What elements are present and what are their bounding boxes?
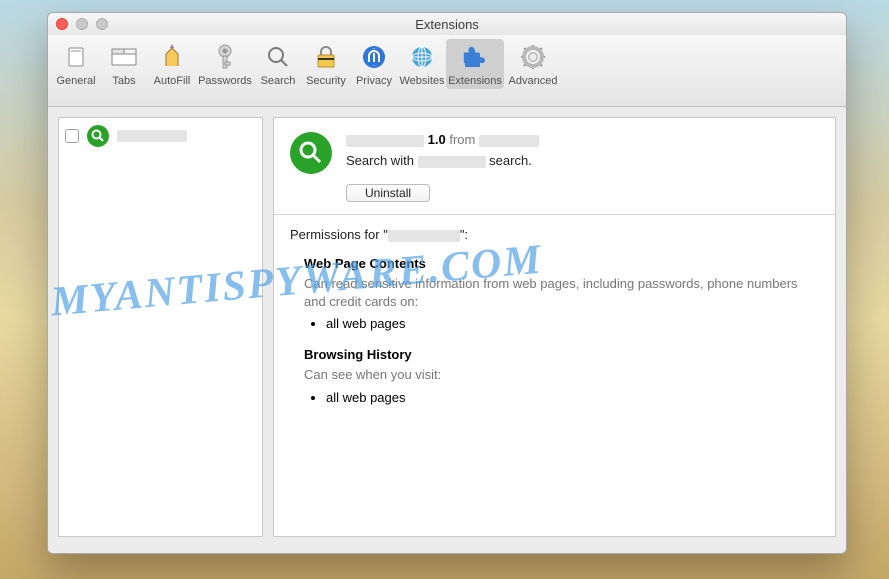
tab-label: Extensions [448,75,502,87]
tab-search[interactable]: Search [254,39,302,89]
general-icon [62,43,90,71]
extension-vendor-redacted [479,135,539,147]
permission-heading: Browsing History [304,347,819,362]
extensions-sidebar [58,117,263,537]
tab-passwords[interactable]: Passwords [196,39,254,89]
titlebar: Extensions [48,13,846,35]
extension-description: Search with search. [346,153,819,168]
extension-version: 1.0 [428,132,446,147]
permissions-title: Permissions for "": [290,227,819,242]
extension-header: 1.0 from Search with search. Uninstall [274,118,835,215]
tabs-icon [110,43,138,71]
permission-list: all web pages [326,316,819,331]
permission-list: all web pages [326,390,819,405]
tab-label: Privacy [356,75,392,87]
tab-extensions[interactable]: Extensions [446,39,504,89]
tab-label: Tabs [112,75,135,87]
tab-label: AutoFill [154,75,191,87]
extension-enable-checkbox[interactable] [65,129,79,143]
extensions-icon [461,43,489,71]
tab-advanced[interactable]: Advanced [504,39,562,89]
tab-general[interactable]: General [52,39,100,89]
extension-list-item[interactable] [63,123,258,149]
tab-label: General [56,75,95,87]
extension-title-line: 1.0 from [346,132,819,147]
extension-icon [87,125,109,147]
tab-privacy[interactable]: Privacy [350,39,398,89]
extension-name-redacted [117,130,187,142]
extension-name-redacted [346,135,424,147]
tab-label: Websites [399,75,444,87]
content-area: 1.0 from Search with search. Uninstall P… [48,107,846,553]
privacy-icon [360,43,388,71]
window-title: Extensions [48,17,846,32]
extension-from-word: from [449,132,475,147]
extension-icon-large [290,132,332,174]
tab-tabs[interactable]: Tabs [100,39,148,89]
permission-list-item: all web pages [326,316,819,331]
websites-icon [408,43,436,71]
tab-label: Advanced [509,75,558,87]
security-icon [312,43,340,71]
permission-text: Can see when you visit: [304,366,819,384]
preferences-window: Extensions General Tabs AutoFill Passwor… [47,12,847,554]
permission-text: Can read sensitive information from web … [304,275,819,310]
tab-security[interactable]: Security [302,39,350,89]
permission-heading: Web Page Contents [304,256,819,271]
tab-label: Security [306,75,346,87]
permissions-section: Permissions for "": Web Page Contents Ca… [274,215,835,433]
autofill-icon [158,43,186,71]
advanced-icon [519,43,547,71]
tab-label: Search [261,75,296,87]
preferences-toolbar: General Tabs AutoFill Passwords Search [48,35,846,107]
search-icon [264,43,292,71]
extension-detail-panel: 1.0 from Search with search. Uninstall P… [273,117,836,537]
tab-label: Passwords [198,75,252,87]
uninstall-button[interactable]: Uninstall [346,184,430,202]
tab-websites[interactable]: Websites [398,39,446,89]
permission-block-browsing-history: Browsing History Can see when you visit:… [304,347,819,405]
tab-autofill[interactable]: AutoFill [148,39,196,89]
passwords-icon [211,43,239,71]
extension-desc-redacted [418,156,486,168]
permissions-name-redacted [388,230,460,242]
permission-list-item: all web pages [326,390,819,405]
permission-block-web-page-contents: Web Page Contents Can read sensitive inf… [304,256,819,331]
